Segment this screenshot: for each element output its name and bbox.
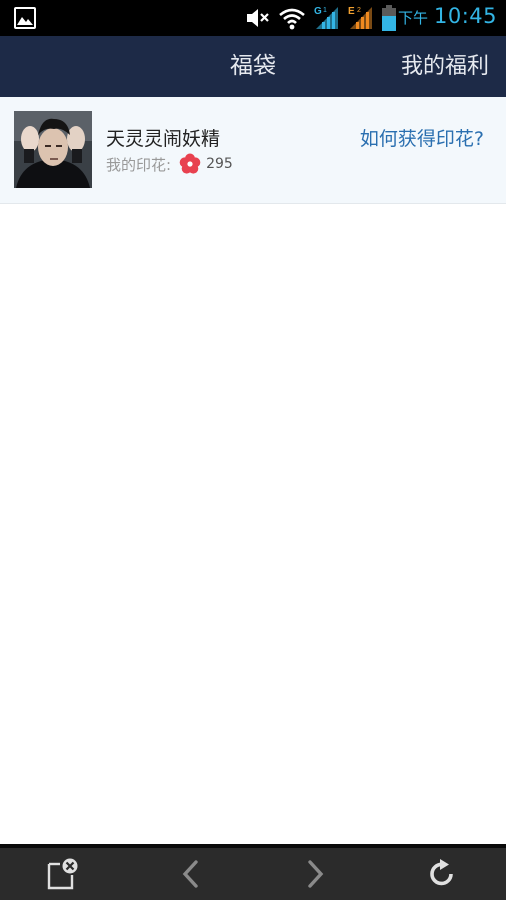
gallery-notification-icon xyxy=(14,7,36,29)
mute-icon xyxy=(247,9,269,27)
avatar[interactable] xyxy=(14,111,92,188)
clock-ampm: 下午 xyxy=(397,9,428,27)
how-to-get-stamps-link[interactable]: 如何获得印花? xyxy=(360,124,484,151)
flower-stamp-icon xyxy=(179,153,201,174)
stamps-label: 我的印花: xyxy=(106,155,172,174)
signal-sim1-icon: G 1 xyxy=(314,6,338,29)
forward-button[interactable] xyxy=(286,848,346,900)
svg-text:2: 2 xyxy=(357,7,361,14)
nav-bar: 福袋 我的福利 xyxy=(0,36,506,97)
close-page-button[interactable] xyxy=(33,848,93,900)
refresh-icon xyxy=(430,859,453,886)
bottom-toolbar xyxy=(0,844,506,900)
back-arrow-icon xyxy=(182,860,198,888)
profile-card: 天灵灵闹妖精 我的印花: 295 如何获得印花? xyxy=(0,97,506,204)
stamps-row: 我的印花: 295 xyxy=(106,153,233,174)
battery-icon xyxy=(382,5,396,31)
username: 天灵灵闹妖精 xyxy=(106,128,221,150)
svg-text:1: 1 xyxy=(323,7,327,14)
status-icons: G 1 E 2 xyxy=(246,5,396,31)
forward-arrow-icon xyxy=(308,860,324,888)
svg-text:G: G xyxy=(314,6,322,17)
svg-text:E: E xyxy=(348,6,355,17)
signal-sim2-icon: E 2 xyxy=(348,6,372,29)
clock-time: 10:45 xyxy=(433,4,497,28)
back-button[interactable] xyxy=(160,848,220,900)
status-bar: G 1 E 2 下午 10:45 xyxy=(0,0,506,36)
refresh-button[interactable] xyxy=(412,848,472,900)
close-page-icon xyxy=(47,858,78,890)
wifi-icon xyxy=(279,8,305,30)
stamps-count: 295 xyxy=(206,156,233,172)
clock: 下午 10:45 xyxy=(398,4,497,28)
my-benefits-button[interactable]: 我的福利 xyxy=(401,36,489,97)
